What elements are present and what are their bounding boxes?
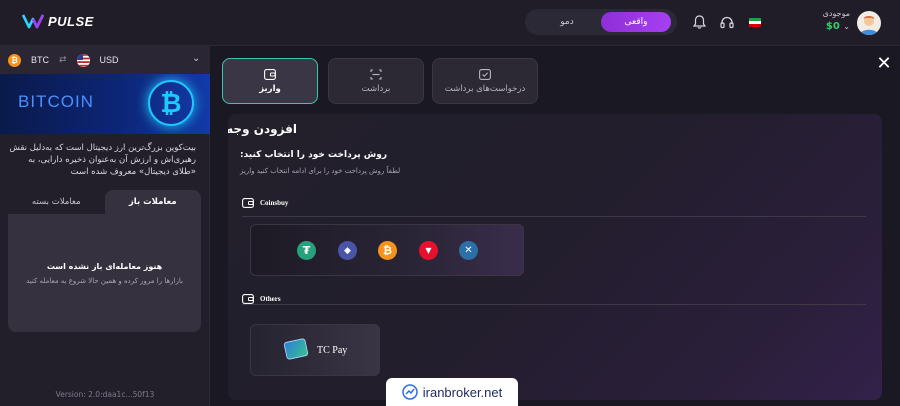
mode-real-button[interactable]: واقعی: [601, 12, 671, 32]
bitcoin-icon: ₿: [8, 53, 21, 67]
base-coin-label: BTC: [31, 55, 49, 65]
tab-deposit-label: واریز: [259, 83, 281, 94]
top-header: PULSE دمو واقعی موجودی $0 ⌄: [0, 0, 900, 46]
wallet-icon: [264, 68, 276, 80]
section-others: Others: [242, 294, 281, 304]
wallet-icon: [242, 198, 254, 208]
iranbroker-watermark: iranbroker.net: [386, 378, 518, 406]
add-funds-panel: افزودن وجه روش پرداخت خود را انتخاب کنید…: [228, 114, 882, 400]
pulse-logo[interactable]: PULSE: [22, 13, 94, 29]
panel-subtitle: روش پرداخت خود را انتخاب کنید:: [240, 150, 387, 160]
balance-dropdown[interactable]: موجودی $0 ⌄: [800, 9, 850, 32]
section-coinsbuy: Coinsbuy: [242, 198, 288, 208]
left-sidebar: ₿ BTC ⇄ USD ⌄ BITCOIN ₿ بیت‌کوین بزرگ‌تر…: [0, 46, 210, 406]
tab-open-trades[interactable]: معاملات باز: [104, 190, 201, 214]
asset-pair-selector[interactable]: ₿ BTC ⇄ USD ⌄: [0, 46, 210, 74]
logo-text: PULSE: [48, 13, 94, 29]
scan-icon: [370, 68, 382, 80]
tc-pay-label: TC Pay: [317, 345, 348, 356]
pulse-logo-icon: [22, 14, 44, 29]
asset-description: بیت‌کوین بزرگ‌ترین ارز دیجیتال است که به…: [9, 143, 196, 177]
trades-tab-bar: معاملات بسته معاملات باز: [8, 190, 201, 214]
headset-support-icon[interactable]: [718, 13, 736, 31]
iranbroker-logo-icon: [402, 384, 418, 400]
empty-state-subtitle: بازارها را مرور کرده و همین حالا شروع به…: [26, 277, 183, 285]
banner-title: BITCOIN: [18, 92, 94, 111]
wallet-icon: [242, 294, 254, 304]
close-icon[interactable]: ✕: [876, 55, 892, 73]
tab-closed-trades[interactable]: معاملات بسته: [8, 190, 105, 214]
bitcoin-glow-icon: ₿: [148, 80, 194, 126]
tab-withdrawal-requests[interactable]: درخواست‌های برداشت: [432, 58, 538, 104]
section-others-label: Others: [260, 295, 281, 303]
deposit-modal: ✕ واریز برداشت درخواست‌های برداشت افزودن…: [210, 46, 900, 406]
divider: [242, 304, 866, 305]
balance-value: $0 ⌄: [825, 21, 850, 32]
panel-hint: لطفاً روش پرداخت خود را برای ادامه انتخا…: [240, 167, 401, 175]
chevron-down-icon: ⌄: [843, 22, 850, 31]
tab-deposit[interactable]: واریز: [222, 58, 318, 104]
tether-icon: ₮: [297, 241, 316, 260]
ethereum-icon: ◆: [338, 241, 357, 260]
checklist-icon: [479, 68, 491, 80]
quote-currency-label: USD: [99, 55, 119, 65]
empty-state-title: هنوز معامله‌ای باز نشده است: [46, 262, 163, 271]
bitcoin-icon: ₿: [378, 241, 397, 260]
bitcoin-banner: BITCOIN ₿: [0, 74, 210, 134]
mode-demo-button[interactable]: دمو: [537, 9, 597, 35]
usa-flag-icon: [76, 53, 90, 67]
tc-pay-card-icon: [283, 337, 309, 361]
panel-title: افزودن وجه: [228, 122, 297, 136]
tab-withdraw[interactable]: برداشت: [328, 58, 424, 104]
balance-label: موجودی: [822, 9, 850, 18]
chevron-down-icon[interactable]: ⌄: [192, 53, 200, 64]
open-trades-panel: هنوز معامله‌ای باز نشده است بازارها را م…: [8, 214, 201, 332]
section-coinsbuy-label: Coinsbuy: [260, 199, 289, 207]
swap-arrows-icon: ⇄: [59, 55, 67, 65]
ripple-icon: ✕: [459, 241, 478, 260]
app-version: Version: 2.0:daa1c...50f13: [55, 390, 155, 399]
tc-pay-payment-option[interactable]: TC Pay: [250, 324, 380, 376]
watermark-text: iranbroker.net: [422, 384, 503, 400]
account-mode-toggle[interactable]: دمو واقعی: [525, 9, 677, 35]
notification-bell-icon[interactable]: [690, 13, 708, 31]
tab-withdrawal-requests-label: درخواست‌های برداشت: [444, 83, 526, 94]
coinsbuy-payment-option[interactable]: ₮ ◆ ₿ ▼ ✕: [250, 224, 524, 276]
user-avatar[interactable]: [857, 11, 881, 35]
tron-icon: ▼: [419, 241, 438, 260]
language-flag-iran-icon[interactable]: [746, 13, 764, 31]
divider: [242, 216, 866, 217]
tab-withdraw-label: برداشت: [361, 83, 391, 94]
